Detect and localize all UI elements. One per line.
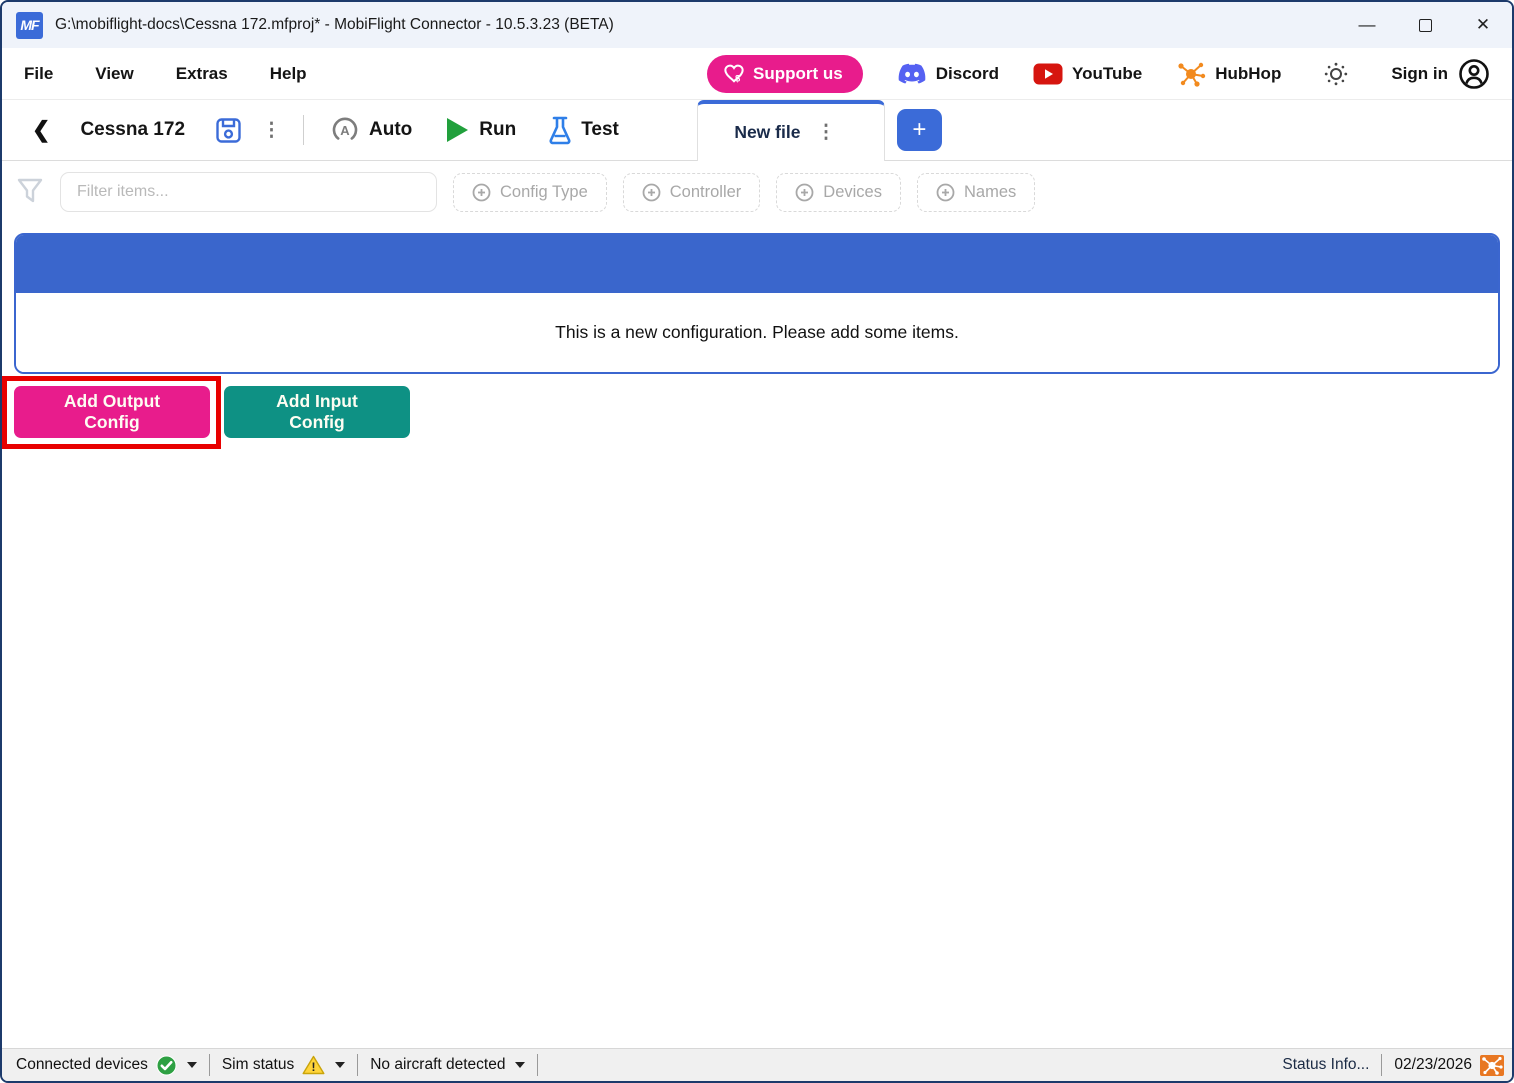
window-title: G:\mobiflight-docs\Cessna 172.mfproj* - … [55, 16, 614, 34]
add-input-config-button[interactable]: Add Input Config [224, 386, 410, 438]
run-label: Run [479, 119, 516, 141]
menu-help[interactable]: Help [270, 64, 307, 84]
support-us-label: Support us [753, 64, 843, 84]
filter-devices-button[interactable]: Devices [776, 173, 901, 212]
status-info-link[interactable]: Status Info... [1282, 1056, 1369, 1074]
add-config-buttons: Add Output Config Add Input Config [14, 386, 1500, 438]
sim-status[interactable]: Sim status ! [222, 1055, 345, 1075]
statusbar-divider [537, 1054, 538, 1076]
circle-plus-icon [795, 183, 814, 202]
test-button[interactable]: Test [548, 115, 619, 145]
circle-plus-icon [936, 183, 955, 202]
maximize-button[interactable] [1396, 2, 1454, 48]
support-us-button[interactable]: $ Support us [707, 55, 863, 93]
discord-link[interactable]: Discord [897, 62, 999, 86]
filter-controller-button[interactable]: Controller [623, 173, 761, 212]
statusbar-divider [1381, 1054, 1382, 1076]
heart-dollar-icon: $ [723, 64, 745, 84]
theme-toggle-button[interactable] [1315, 57, 1357, 91]
run-play-icon [444, 116, 470, 144]
status-bar: Connected devices Sim status ! No aircra… [2, 1048, 1512, 1081]
project-kebab-menu[interactable]: ⋮ [250, 119, 293, 142]
project-name: Cessna 172 [80, 119, 185, 141]
statusbar-divider [209, 1054, 210, 1076]
auto-icon: A [330, 115, 360, 145]
sign-in-label: Sign in [1391, 64, 1448, 84]
hubhop-status-icon [1480, 1055, 1504, 1076]
chevron-down-icon [335, 1062, 345, 1068]
chevron-down-icon [515, 1062, 525, 1068]
minimize-button[interactable]: — [1338, 2, 1396, 48]
circle-plus-icon [472, 183, 491, 202]
sign-in-button[interactable]: Sign in [1391, 58, 1490, 90]
connected-devices-status[interactable]: Connected devices [16, 1055, 197, 1076]
maximize-icon [1419, 19, 1432, 32]
discord-label: Discord [936, 64, 999, 84]
svg-text:!: ! [312, 1060, 316, 1074]
main-content: This is a new configuration. Please add … [2, 223, 1512, 1048]
title-bar: MF G:\mobiflight-docs\Cessna 172.mfproj*… [2, 2, 1512, 48]
tab-new-file[interactable]: New file ⋮ [697, 100, 885, 161]
circle-plus-icon [642, 183, 661, 202]
run-button[interactable]: Run [444, 116, 516, 144]
tab-kebab-menu[interactable]: ⋮ [804, 121, 847, 144]
filter-devices-label: Devices [823, 183, 882, 202]
save-button[interactable] [207, 113, 250, 148]
hubhop-icon [1176, 61, 1206, 87]
test-label: Test [581, 119, 619, 141]
add-tab-button[interactable]: + [897, 109, 942, 151]
app-window: MF G:\mobiflight-docs\Cessna 172.mfproj*… [0, 0, 1514, 1083]
svg-text:A: A [340, 123, 350, 138]
toolbar: ❮ Cessna 172 ⋮ A Auto Run Test New file [2, 100, 1512, 161]
close-button[interactable]: ✕ [1454, 2, 1512, 48]
tab-new-file-label: New file [734, 122, 800, 143]
filter-input[interactable] [60, 172, 437, 212]
auto-label: Auto [369, 119, 412, 141]
menu-extras[interactable]: Extras [176, 64, 228, 84]
check-circle-icon [156, 1055, 177, 1076]
filter-config-type-button[interactable]: Config Type [453, 173, 607, 212]
filter-config-type-label: Config Type [500, 183, 588, 202]
menu-file[interactable]: File [24, 64, 53, 84]
hubhop-link[interactable]: HubHop [1176, 61, 1281, 87]
svg-text:$: $ [735, 73, 740, 83]
sun-icon [1323, 61, 1349, 87]
filter-funnel-icon [16, 177, 44, 207]
config-table-header [16, 235, 1498, 293]
empty-config-message: This is a new configuration. Please add … [555, 322, 959, 343]
test-flask-icon [548, 115, 572, 145]
youtube-label: YouTube [1072, 64, 1142, 84]
filter-names-button[interactable]: Names [917, 173, 1035, 212]
sim-status-label: Sim status [222, 1056, 294, 1074]
filter-row: Config Type Controller Devices Names [2, 161, 1512, 223]
youtube-icon [1033, 63, 1063, 85]
status-date: 02/23/2026 [1394, 1056, 1472, 1074]
chevron-down-icon [187, 1062, 197, 1068]
warning-triangle-icon: ! [302, 1055, 325, 1075]
menu-view[interactable]: View [95, 64, 133, 84]
aircraft-status[interactable]: No aircraft detected [370, 1056, 525, 1074]
filter-names-label: Names [964, 183, 1016, 202]
user-avatar-icon [1458, 58, 1490, 90]
aircraft-status-label: No aircraft detected [370, 1056, 505, 1074]
youtube-link[interactable]: YouTube [1033, 63, 1142, 85]
config-table-empty-state: This is a new configuration. Please add … [16, 293, 1498, 372]
menu-right-group: $ Support us Discord YouTube H [707, 55, 1490, 93]
auto-button[interactable]: A Auto [330, 115, 412, 145]
hubhop-label: HubHop [1215, 64, 1281, 84]
connected-devices-label: Connected devices [16, 1056, 148, 1074]
statusbar-divider [357, 1054, 358, 1076]
menu-bar: File View Extras Help $ Support us Disco… [2, 48, 1512, 100]
statusbar-right: Status Info... 02/23/2026 [1282, 1054, 1504, 1076]
back-chevron-button[interactable]: ❮ [22, 117, 60, 143]
toolbar-divider [303, 115, 304, 145]
discord-icon [897, 62, 927, 86]
window-controls: — ✕ [1338, 2, 1512, 48]
mobiflight-logo-icon: MF [16, 12, 43, 39]
config-table-panel: This is a new configuration. Please add … [14, 233, 1500, 374]
filter-controller-label: Controller [670, 183, 742, 202]
add-output-config-button[interactable]: Add Output Config [14, 386, 210, 438]
